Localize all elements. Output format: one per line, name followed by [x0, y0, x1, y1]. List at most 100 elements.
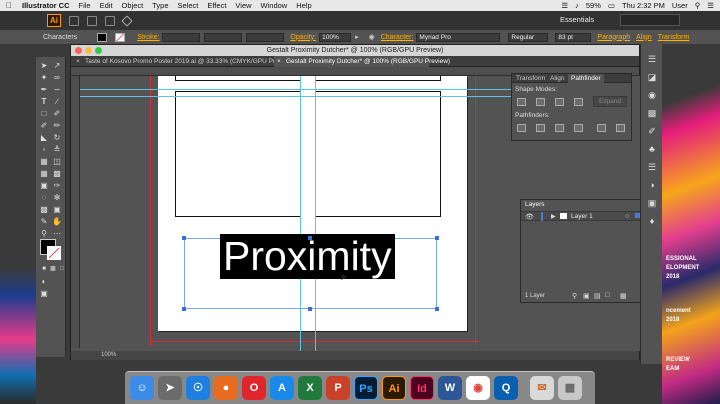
word-icon[interactable]: W — [438, 376, 462, 400]
square-shape-top-right[interactable] — [315, 76, 441, 81]
minus-front-icon[interactable] — [536, 98, 545, 106]
tab-pathfinder[interactable]: Pathfinder — [568, 74, 604, 83]
none-mode-icon[interactable]: □ — [57, 265, 67, 274]
symbol-sprayer-tool-icon[interactable]: ✻ — [52, 193, 62, 202]
libraries-icon[interactable]: ◪ — [647, 72, 657, 82]
menu-window[interactable]: Window — [261, 1, 288, 10]
width-tool-icon[interactable]: ≜ — [52, 145, 62, 154]
menu-list-icon[interactable]: ☰ — [707, 1, 714, 10]
arrange-documents-icon[interactable] — [105, 15, 115, 26]
opacity-field[interactable]: 100% — [319, 32, 352, 42]
draw-mode-icon[interactable]: ◐ — [39, 277, 49, 286]
menu-help[interactable]: Help — [296, 1, 311, 10]
menu-object[interactable]: Object — [122, 1, 144, 10]
graph-tool-icon[interactable]: ▩ — [39, 205, 49, 214]
user-name[interactable]: User — [672, 1, 688, 10]
menu-edit[interactable]: Edit — [100, 1, 113, 10]
powerpoint-icon[interactable]: P — [326, 376, 350, 400]
font-family-field[interactable]: Myriad Pro — [416, 32, 501, 42]
screen-mode-icon[interactable]: ▣ — [39, 289, 49, 298]
chevron-right-icon[interactable]: ▸ — [355, 33, 359, 41]
close-window-icon[interactable] — [75, 47, 82, 54]
excel-icon[interactable]: X — [298, 376, 322, 400]
font-style-field[interactable]: Regular — [508, 32, 549, 42]
selection-handle[interactable] — [308, 236, 312, 240]
search-stock-input[interactable] — [620, 14, 680, 26]
volume-icon[interactable]: ♪ — [575, 1, 579, 10]
edit-toolbar-icon[interactable]: ⋯ — [52, 229, 62, 238]
layers-tab[interactable]: Layers — [525, 201, 545, 208]
layers-icon[interactable]: ♦ — [647, 216, 657, 226]
exclude-icon[interactable] — [574, 98, 583, 106]
make-clipping-mask-icon[interactable]: ▣ — [583, 292, 590, 300]
divide-icon[interactable] — [517, 124, 526, 132]
type-tool-icon[interactable]: T — [39, 97, 49, 106]
stroke-icon[interactable]: ☰ — [647, 162, 657, 172]
vertical-ruler[interactable] — [71, 76, 80, 348]
selection-handle[interactable] — [182, 236, 186, 240]
gpu-performance-icon[interactable] — [121, 14, 133, 27]
tab-transform[interactable]: Transform — [513, 74, 548, 83]
pencil-tool-icon[interactable]: ✏ — [52, 121, 62, 130]
expand-layer-icon[interactable]: ▶ — [551, 213, 556, 220]
unite-icon[interactable] — [517, 98, 526, 106]
swatches-icon[interactable]: ▩ — [647, 108, 657, 118]
brush-definition-field[interactable] — [246, 32, 285, 42]
merge-icon[interactable] — [555, 124, 564, 132]
align-link[interactable]: Align — [636, 34, 652, 41]
layer-row[interactable]: 👁 ▶ Layer 1 ○ — [521, 211, 641, 221]
wifi-icon[interactable]: ☰ — [561, 1, 568, 10]
stroke-swatch[interactable] — [115, 32, 126, 42]
tab-gestalt-proximity[interactable]: × Gestalt Proximity Dutcher* @ 100% (RGB… — [274, 56, 450, 67]
square-shape-top-left[interactable] — [175, 76, 301, 81]
minimize-window-icon[interactable] — [85, 47, 92, 54]
selection-handle[interactable] — [435, 307, 439, 311]
intersect-icon[interactable] — [555, 98, 564, 106]
workspace-switcher[interactable]: Essentials — [560, 15, 594, 24]
properties-icon[interactable]: ☰ — [647, 54, 657, 64]
scale-tool-icon[interactable]: ▫ — [39, 145, 49, 154]
direct-selection-tool-icon[interactable]: ↗ — [52, 61, 62, 70]
preview-icon[interactable]: ✉ — [530, 376, 554, 400]
shaper-tool-icon[interactable]: ✐ — [39, 121, 49, 130]
variable-width-field[interactable] — [204, 32, 243, 42]
shape-builder-tool-icon[interactable]: ◫ — [52, 157, 62, 166]
square-shape-left[interactable] — [175, 91, 301, 217]
tab-align[interactable]: Align — [547, 74, 567, 83]
outline-icon[interactable] — [597, 124, 606, 132]
menu-file[interactable]: File — [79, 1, 91, 10]
trim-icon[interactable] — [536, 124, 545, 132]
selection-handle[interactable] — [308, 307, 312, 311]
locate-object-icon[interactable]: ⚲ — [572, 292, 577, 300]
clock[interactable]: Thu 2:32 PM — [622, 1, 665, 10]
firefox-icon[interactable]: ● — [214, 376, 238, 400]
crop-icon[interactable] — [574, 124, 583, 132]
character-link[interactable]: Character: — [381, 34, 414, 41]
square-shape-right[interactable] — [315, 91, 441, 217]
expand-button[interactable]: Expand — [593, 96, 627, 107]
battery-icon[interactable]: ▭ — [608, 1, 615, 10]
artboard-tool-icon[interactable]: ▣ — [52, 205, 62, 214]
minus-back-icon[interactable] — [616, 124, 625, 132]
appearance-icon[interactable]: ◑ — [647, 180, 657, 190]
paragraph-link[interactable]: Paragraph — [597, 34, 630, 41]
quicktime-icon[interactable]: Q — [494, 376, 518, 400]
color-icon[interactable]: ◉ — [647, 90, 657, 100]
brushes-icon[interactable]: ✐ — [647, 126, 657, 136]
search-icon[interactable]: ⚲ — [695, 1, 701, 10]
guide-vertical[interactable] — [300, 76, 301, 351]
eraser-tool-icon[interactable]: ◣ — [39, 133, 49, 142]
indesign-icon[interactable]: Id — [410, 376, 434, 400]
menu-type[interactable]: Type — [152, 1, 168, 10]
stroke-color-icon[interactable] — [47, 246, 61, 260]
stroke-weight-field[interactable] — [162, 32, 201, 42]
stroke-link[interactable]: Stroke: — [137, 34, 159, 41]
pen-tool-icon[interactable]: ✒ — [39, 85, 49, 94]
layer-name[interactable]: Layer 1 — [571, 213, 593, 220]
selection-handle[interactable] — [435, 236, 439, 240]
close-tab-icon[interactable]: × — [76, 56, 80, 67]
opacity-link[interactable]: Opacity: — [290, 34, 316, 41]
bridge-icon[interactable] — [69, 15, 79, 26]
illustrator-icon[interactable]: Ai — [382, 376, 406, 400]
selection-handle[interactable] — [182, 307, 186, 311]
